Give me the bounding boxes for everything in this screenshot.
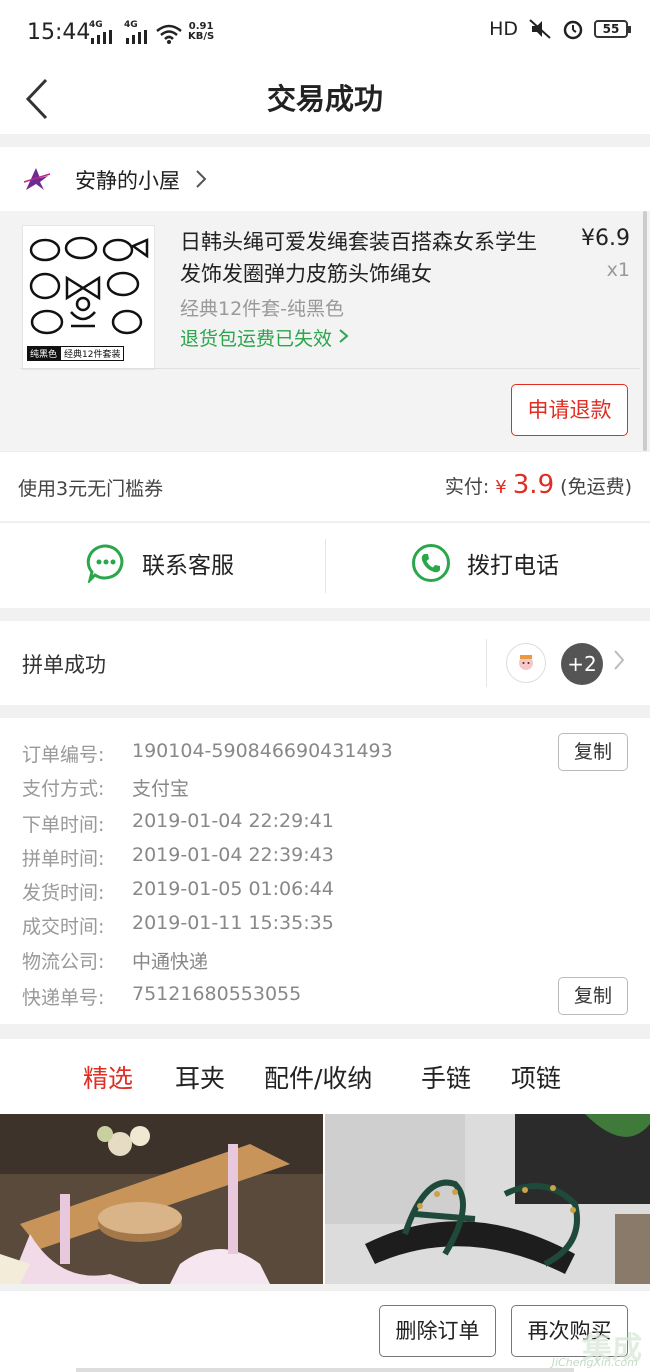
signal-bars-2-icon xyxy=(126,30,147,44)
group-divider xyxy=(486,639,487,687)
tab-necklaces[interactable]: 项链 xyxy=(511,1059,561,1095)
paid-label: 实付: xyxy=(444,476,490,498)
signal-1-label: 4G xyxy=(89,20,103,30)
product-thumbnail[interactable]: 纯黑色 经典12件套装 xyxy=(22,225,155,370)
shop-logo-icon xyxy=(23,168,51,190)
detail-value: 2019-01-05 01:06:44 xyxy=(132,878,334,900)
thumbnail-tag: 纯黑色 经典12件套装 xyxy=(27,346,125,361)
recommend-tabs: 精选 耳夹 配件/收纳 手链 项链 xyxy=(0,1039,650,1114)
detail-value: 190104-590846690431493 xyxy=(132,740,393,762)
battery-icon: 55 xyxy=(594,20,631,38)
shipping-note: (免运费) xyxy=(560,476,632,498)
thumb-tag-set: 经典12件套装 xyxy=(60,346,125,361)
shop-name: 安静的小屋 xyxy=(75,169,180,193)
group-buy-row[interactable]: 拼单成功 +2 xyxy=(0,621,650,705)
currency-symbol: ¥ xyxy=(495,477,507,498)
call-phone-label: 拨打电话 xyxy=(467,553,559,579)
tab-ear-clips[interactable]: 耳夹 xyxy=(175,1059,225,1095)
recommend-item-sandals[interactable] xyxy=(325,1114,650,1284)
recommend-images xyxy=(0,1114,650,1284)
refund-button[interactable]: 申请退款 xyxy=(511,384,628,436)
watermark: 集成 JiChengXin.com xyxy=(526,1321,644,1369)
tab-accessories-storage[interactable]: 配件/收纳 xyxy=(264,1059,372,1095)
contact-row: 联系客服 拨打电话 xyxy=(0,522,650,608)
page-title: 交易成功 xyxy=(266,82,383,116)
detail-label: 发货时间: xyxy=(22,882,105,904)
status-time: 15:44 xyxy=(27,20,91,45)
tab-bracelets[interactable]: 手链 xyxy=(421,1059,471,1095)
detail-row-ship-time: 发货时间: 2019-01-05 01:06:44 xyxy=(22,878,334,905)
detail-label: 订单编号: xyxy=(22,744,105,766)
thumb-tag-black: 纯黑色 xyxy=(27,346,61,361)
call-phone-button[interactable]: 拨打电话 xyxy=(411,543,559,583)
alarm-icon xyxy=(563,20,583,40)
detail-label: 下单时间: xyxy=(22,814,105,836)
return-note-text: 退货包运费已失效 xyxy=(180,328,333,350)
home-indicator xyxy=(76,1368,574,1372)
copy-order-number-button[interactable]: 复制 xyxy=(558,733,628,771)
contact-service-label: 联系客服 xyxy=(142,553,234,579)
detail-value: 中通快递 xyxy=(132,951,209,973)
delete-order-button[interactable]: 删除订单 xyxy=(379,1305,496,1357)
status-right: HD 55 xyxy=(489,18,631,40)
group-status-label: 拼单成功 xyxy=(22,653,106,677)
detail-row-deal-time: 成交时间: 2019-01-11 15:35:35 xyxy=(22,912,334,939)
chevron-right-icon xyxy=(196,170,207,188)
bottom-action-bar: 删除订单 再次购买 集成 JiChengXin.com xyxy=(0,1290,650,1372)
chevron-right-icon xyxy=(612,646,626,679)
product-spec: 经典12件套-纯黑色 xyxy=(180,298,345,320)
divider xyxy=(20,368,640,369)
detail-row-courier: 物流公司: 中通快递 xyxy=(22,947,208,974)
product-title[interactable]: 日韩头绳可爱发绳套装百搭森女系学生发饰发圈弹力皮筋头饰绳女 xyxy=(180,226,550,290)
detail-label: 物流公司: xyxy=(22,951,105,973)
product-price: ¥6.9 xyxy=(581,226,630,251)
signal-2-label: 4G xyxy=(124,20,138,30)
detail-label: 拼单时间: xyxy=(22,848,105,870)
avatar-icon xyxy=(519,655,533,670)
status-bar: 15:44 4G 4G 0.91 KB/S HD 55 xyxy=(0,0,650,62)
payment-summary: 使用3元无门槛券 实付: ¥ 3.9 (免运费) xyxy=(0,451,650,521)
product-card[interactable]: 纯黑色 经典12件套装 日韩头绳可爱发绳套装百搭森女系学生发饰发圈弹力皮筋头饰绳… xyxy=(0,211,650,451)
recommend-item-lingerie[interactable] xyxy=(0,1114,323,1284)
member-avatar xyxy=(506,643,546,683)
chat-bubble-icon xyxy=(86,544,124,583)
return-shipping-note[interactable]: 退货包运费已失效 xyxy=(180,324,350,351)
extra-members-count: +2 xyxy=(561,643,603,685)
detail-row-order-number: 订单编号: 190104-590846690431493 xyxy=(22,740,393,767)
lingerie-image xyxy=(0,1114,323,1284)
contact-divider xyxy=(325,539,326,593)
tab-featured[interactable]: 精选 xyxy=(83,1059,133,1095)
detail-value: 2019-01-04 22:39:43 xyxy=(132,844,334,866)
paid-amount: 实付: ¥ 3.9 (免运费) xyxy=(445,470,632,500)
speed-unit: KB/S xyxy=(188,31,215,42)
phone-icon xyxy=(412,544,450,582)
detail-row-group-time: 拼单时间: 2019-01-04 22:39:43 xyxy=(22,844,334,871)
detail-row-payment-method: 支付方式: 支付宝 xyxy=(22,774,189,801)
copy-tracking-number-button[interactable]: 复制 xyxy=(558,977,628,1015)
chevron-right-green-icon xyxy=(339,329,349,343)
detail-value: 2019-01-04 22:29:41 xyxy=(132,810,334,832)
detail-value: 支付宝 xyxy=(132,778,190,800)
nav-bar: 交易成功 xyxy=(0,62,650,134)
detail-value: 75121680553055 xyxy=(132,983,302,1005)
sandals-image xyxy=(325,1114,650,1284)
paid-value: 3.9 xyxy=(512,470,555,500)
wifi-icon xyxy=(156,24,182,44)
scroll-indicator xyxy=(643,211,647,451)
detail-row-tracking-number: 快递单号: 75121680553055 xyxy=(22,983,301,1010)
detail-label: 快递单号: xyxy=(22,987,105,1009)
shop-row[interactable]: 安静的小屋 xyxy=(0,147,650,211)
coupon-text: 使用3元无门槛券 xyxy=(18,478,164,500)
detail-label: 成交时间: xyxy=(22,916,105,938)
mute-icon xyxy=(529,19,551,39)
product-quantity: x1 xyxy=(606,259,630,281)
hd-label: HD xyxy=(489,18,518,40)
signal-bars-icon xyxy=(91,30,112,44)
contact-service-button[interactable]: 联系客服 xyxy=(86,543,234,583)
detail-row-order-time: 下单时间: 2019-01-04 22:29:41 xyxy=(22,810,334,837)
order-details: 订单编号: 190104-590846690431493 支付方式: 支付宝 下… xyxy=(0,718,650,1024)
detail-label: 支付方式: xyxy=(22,778,105,800)
detail-value: 2019-01-11 15:35:35 xyxy=(132,912,334,934)
network-speed: 0.91 KB/S xyxy=(188,22,214,42)
